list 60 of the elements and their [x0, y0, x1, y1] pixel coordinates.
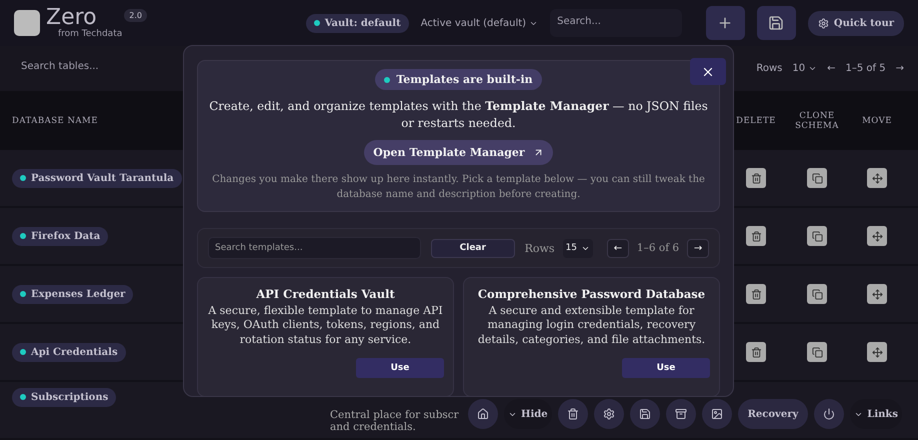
trash-icon[interactable]	[746, 284, 766, 304]
column-header: CLONE SCHEMA	[794, 110, 840, 131]
rows-select[interactable]: 15	[562, 238, 594, 258]
template-description: A secure, flexible template to manage API keys, OAuth clients, tokens, regions, and rotation status for any service.	[207, 304, 444, 348]
quick-tour-button[interactable]: Quick tour	[808, 10, 904, 36]
database-name[interactable]: Expenses Ledger	[12, 284, 134, 304]
copy-icon[interactable]	[807, 168, 827, 188]
trash-icon[interactable]	[746, 342, 766, 362]
column-header: DATABASE NAME	[12, 116, 98, 126]
move-icon[interactable]	[867, 168, 887, 188]
prev-button[interactable]: ←	[607, 238, 629, 258]
next-button[interactable]: →	[896, 62, 904, 74]
gear-icon	[818, 18, 829, 29]
rows-label: Rows	[756, 62, 782, 74]
template-title: Comprehensive Password Database	[478, 287, 706, 302]
use-button[interactable]: Use	[356, 358, 444, 378]
prev-button[interactable]: ←	[827, 62, 836, 74]
trash-icon[interactable]	[746, 168, 766, 188]
template-title: API Credentials Vault	[256, 287, 395, 302]
version-badge: 2.0	[124, 9, 147, 22]
database-name[interactable]: Firefox Data	[12, 226, 108, 246]
move-icon[interactable]	[867, 284, 887, 304]
logo-icon	[14, 10, 40, 36]
open-template-manager-button[interactable]: Open Template Manager	[364, 140, 553, 166]
clear-button[interactable]: Clear	[430, 238, 515, 258]
built-in-badge: Templates are built-in	[375, 69, 542, 90]
save-button[interactable]	[756, 6, 796, 40]
next-button[interactable]: →	[687, 238, 709, 258]
vault-badge: Vault: default	[306, 14, 409, 33]
database-name[interactable]: Api Credentials	[12, 342, 126, 362]
template-search-field[interactable]: Search templates...	[208, 237, 421, 260]
trash-icon[interactable]	[746, 226, 766, 246]
use-button[interactable]: Use	[622, 358, 710, 378]
add-button[interactable]	[706, 6, 745, 40]
save-icon	[768, 15, 784, 32]
table-search-field[interactable]: Search tables...	[14, 54, 154, 82]
copy-icon[interactable]	[807, 284, 827, 304]
info-note: Changes you make there show up here instantly. Pick a template below — you can still tweak the database name and description before creating.	[211, 173, 706, 202]
copy-icon[interactable]	[807, 342, 827, 362]
move-icon[interactable]	[867, 226, 887, 246]
page-range: 1–5 of 5	[846, 62, 886, 74]
database-description: Central place for subscr and credentials.	[330, 408, 459, 433]
copy-icon[interactable]	[807, 226, 827, 246]
search-field[interactable]: Search...	[550, 9, 682, 38]
database-name[interactable]: Password Vault Tarantula	[12, 168, 182, 188]
close-button[interactable]	[690, 58, 726, 85]
template-description: A secure and extensible template for managing login credentials, recovery details, categories, and file attachments.	[476, 304, 706, 348]
vault-select[interactable]: Active vault (default)	[420, 18, 538, 29]
page-range: 1–6 of 6	[636, 242, 680, 254]
app-subtitle: from Techdata	[58, 29, 122, 40]
column-header: DELETE	[736, 116, 776, 126]
intro-text: Create, edit, and organize templates with the Template Manager — no JSON files or restarts needed.	[208, 98, 709, 132]
recovery-button[interactable]: Recovery	[738, 399, 808, 429]
move-icon[interactable]	[867, 342, 887, 362]
rows-label: Rows	[524, 242, 555, 255]
rows-select[interactable]: 10	[792, 62, 818, 74]
database-name[interactable]: Subscriptions	[12, 388, 116, 407]
column-header: MOVE	[862, 116, 892, 126]
external-link-icon	[532, 147, 544, 158]
app-name: Zero	[46, 7, 97, 30]
